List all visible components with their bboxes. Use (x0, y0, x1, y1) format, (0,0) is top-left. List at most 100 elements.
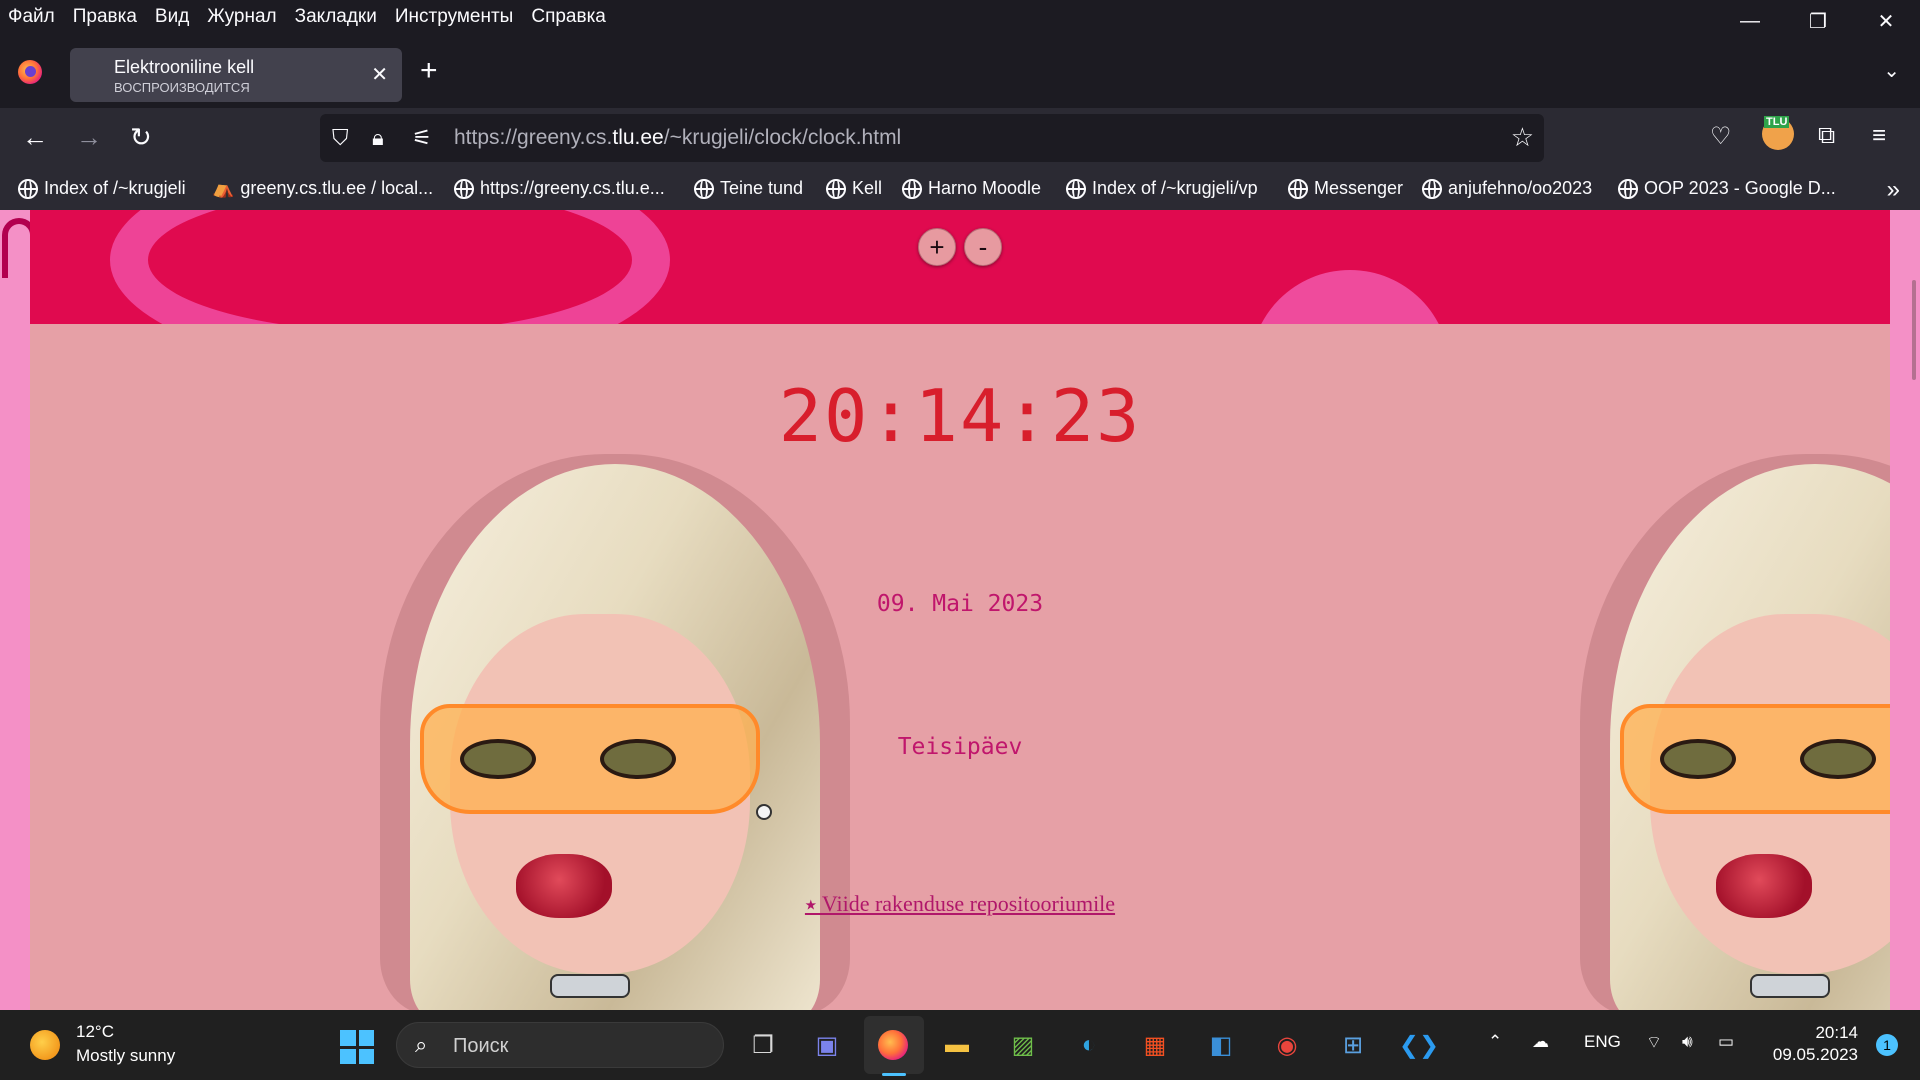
left-background-strip (0, 210, 36, 1010)
bookmark-item[interactable]: Harno Moodle (902, 178, 1041, 199)
tlu-extension-icon[interactable]: TLU (1762, 116, 1794, 150)
clock-content: 20:14:23 09. Mai 2023 Teisipäev ⭑ Viide … (30, 324, 1890, 1010)
menu-edit[interactable]: Правка (64, 6, 146, 28)
url-text[interactable]: https://greeny.cs.tlu.ee/~krugjeli/clock… (454, 126, 901, 150)
globe-icon (902, 178, 922, 199)
reload-icon[interactable]: ↻ (130, 122, 152, 152)
menu-view[interactable]: Вид (146, 6, 198, 28)
pocket-icon[interactable]: ♡ (1710, 122, 1732, 151)
address-bar[interactable]: ⛉ 🔒︎ ⚟ https://greeny.cs.tlu.ee/~krugjel… (320, 114, 1544, 162)
web-page: + - 20:14:23 09. Mai 2023 Teisipäev ⭑ Vi… (0, 210, 1920, 1010)
bookmark-item[interactable]: https://greeny.cs.tlu.e... (454, 178, 665, 199)
tray-overflow-chevron-icon[interactable]: ⌃ (1488, 1032, 1502, 1052)
menu-bookmarks[interactable]: Закладки (286, 6, 386, 28)
file-explorer-icon[interactable]: ▬ (936, 1024, 978, 1066)
globe-icon (1066, 178, 1086, 199)
bookmark-item[interactable]: OOP 2023 - Google D... (1618, 178, 1836, 199)
firefox-taskbar-icon[interactable] (872, 1024, 914, 1066)
bookmark-item[interactable]: Index of /~krugjeli/vp (1066, 178, 1258, 199)
weather-sun-icon[interactable] (30, 1030, 60, 1060)
bookmarks-toolbar: Index of /~krugjeli ⛺ greeny.cs.tlu.ee / … (0, 168, 1920, 210)
hamburger-menu-icon[interactable]: ≡ (1872, 122, 1886, 150)
system-clock[interactable]: 20:14 09.05.2023 (1773, 1022, 1858, 1066)
globe-icon (18, 178, 38, 199)
edge-icon[interactable]: ◐ (1068, 1024, 1110, 1066)
clock-date: 09. Mai 2023 (876, 591, 1044, 617)
doll-choker (550, 974, 630, 998)
globe-icon (1288, 178, 1308, 199)
bookmark-star-icon[interactable]: ☆ (1511, 122, 1534, 153)
zoom-in-button[interactable]: + (918, 228, 956, 266)
taskbar: 12°C Mostly sunny ⌕ Поиск ❐ ▣ ▬ ▨ ◐ ▦ ◧ … (0, 1010, 1920, 1080)
weather-temperature[interactable]: 12°C (76, 1022, 114, 1042)
globe-icon (694, 178, 714, 199)
globe-icon (1422, 178, 1442, 199)
doll-illustration-right (1580, 454, 1890, 1010)
search-placeholder: Поиск (453, 1035, 509, 1057)
page-scrollbar[interactable] (1890, 210, 1920, 1010)
tab-close-icon[interactable]: ✕ (371, 62, 388, 87)
bookmark-item[interactable]: Messenger (1288, 178, 1403, 199)
wifi-icon[interactable]: ⌔ (1646, 1032, 1662, 1053)
bookmark-item[interactable]: Kell (826, 178, 882, 199)
system-date: 09.05.2023 (1772, 1045, 1858, 1064)
new-tab-icon[interactable]: + (420, 56, 438, 86)
permissions-icon[interactable]: ⚟ (412, 125, 432, 151)
active-indicator (882, 1073, 906, 1076)
repository-link: ⭑ Viide rakenduse repositooriumile (30, 891, 1890, 917)
volume-icon[interactable]: 🔊︎ (1682, 1032, 1693, 1052)
menu-tools[interactable]: Инструменты (386, 6, 522, 28)
doll-illustration-left (380, 454, 850, 1010)
menu-history[interactable]: Журнал (198, 6, 285, 28)
menu-file[interactable]: Файл (0, 6, 64, 28)
remote-tool-icon[interactable]: ◧ (1200, 1024, 1242, 1066)
navigation-toolbar: ← → ↻ ⛉ 🔒︎ ⚟ https://greeny.cs.tlu.ee/~k… (0, 108, 1920, 168)
start-button-icon[interactable] (340, 1030, 374, 1064)
system-time: 20:14 (1815, 1023, 1858, 1042)
phpmyadmin-icon: ⛺ (212, 178, 235, 198)
globe-icon (454, 178, 474, 199)
clock-time: 20:14:23 (778, 374, 1142, 458)
bookmark-item[interactable]: Index of /~krugjeli (18, 178, 186, 199)
bookmarks-overflow-chevron-icon[interactable]: » (1887, 176, 1900, 204)
search-icon: ⌕ (415, 1032, 428, 1057)
menu-bar: Файл Правка Вид Журнал Закладки Инструме… (0, 0, 1920, 34)
forward-icon[interactable]: → (76, 122, 102, 152)
chrome-icon[interactable]: ◉ (1266, 1024, 1308, 1066)
back-icon[interactable]: ← (22, 122, 48, 152)
globe-icon (1618, 178, 1638, 199)
onedrive-cloud-icon[interactable]: ☁ (1532, 1032, 1549, 1052)
bookmark-item[interactable]: ⛺ greeny.cs.tlu.ee / local... (212, 178, 433, 199)
input-language[interactable]: ENG (1584, 1032, 1621, 1052)
tab-elektrooniline-kell[interactable]: Elektrooniline kell ВОСПРОИЗВОДИТСЯ ✕ (70, 48, 402, 102)
bookmark-item[interactable]: Teine tund (694, 178, 803, 199)
tab-title: Elektrooniline kell (114, 57, 255, 77)
doll-earring (756, 804, 772, 820)
weather-description[interactable]: Mostly sunny (76, 1046, 175, 1066)
tab-playing-status: ВОСПРОИЗВОДИТСЯ (114, 80, 250, 95)
clock-weekday: Teisipäev (897, 734, 1023, 760)
microsoft-store-icon[interactable]: ▦ (1134, 1024, 1176, 1066)
teams-chat-icon[interactable]: ▣ (806, 1024, 848, 1066)
image-viewer-icon[interactable]: ▨ (1002, 1024, 1044, 1066)
menu-help[interactable]: Справка (522, 6, 615, 28)
lock-icon[interactable]: 🔒︎ (372, 125, 384, 151)
decorative-swirl (110, 210, 670, 324)
scrollbar-thumb[interactable] (1912, 280, 1916, 380)
extensions-icon[interactable]: ⧉ (1818, 122, 1835, 150)
taskbar-search[interactable]: ⌕ Поиск (396, 1022, 724, 1068)
zoom-out-button[interactable]: - (964, 228, 1002, 266)
firefox-icon[interactable] (18, 60, 42, 84)
vscode-icon[interactable]: ❮❯ (1398, 1024, 1440, 1066)
network-app-icon[interactable]: ⊞ (1332, 1024, 1374, 1066)
bookmark-item[interactable]: anjufehno/oo2023 (1422, 178, 1592, 199)
header-banner: + - (30, 210, 1890, 324)
task-view-icon[interactable]: ❐ (742, 1024, 784, 1066)
tab-bar: Elektrooniline kell ВОСПРОИЗВОДИТСЯ ✕ + … (0, 34, 1920, 108)
battery-icon[interactable]: ▭ (1718, 1032, 1734, 1052)
repository-link-text[interactable]: ⭑ Viide rakenduse repositooriumile (805, 891, 1115, 916)
notification-badge[interactable]: 1 (1876, 1034, 1898, 1056)
shield-icon[interactable]: ⛉ (332, 125, 349, 151)
decorative-blob (1250, 270, 1450, 324)
tab-list-chevron-icon[interactable]: ⌄ (1883, 58, 1900, 83)
